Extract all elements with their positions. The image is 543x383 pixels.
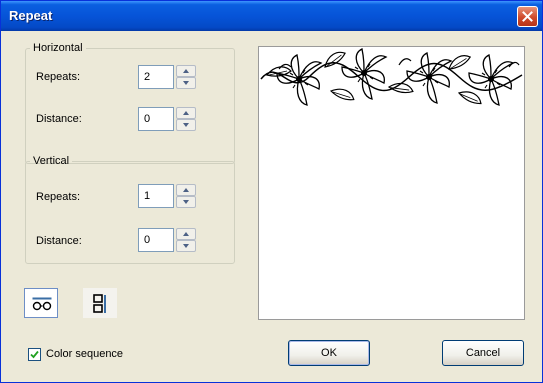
color-sequence-checkbox[interactable]	[28, 348, 41, 361]
vertical-group: Vertical	[25, 155, 235, 264]
preview-pane	[258, 46, 525, 320]
close-icon	[522, 11, 533, 22]
horizontal-repeat-button[interactable]	[24, 288, 58, 318]
vertical-distance-down-button[interactable]	[176, 240, 196, 252]
vertical-legend: Vertical	[33, 155, 70, 167]
cancel-button[interactable]: Cancel	[442, 340, 524, 366]
horizontal-repeats-down-button[interactable]	[176, 77, 196, 89]
horizontal-distance-label: Distance:	[36, 113, 82, 125]
vertical-repeats-label: Repeats:	[36, 191, 81, 203]
vertical-distance-label: Distance:	[36, 235, 82, 247]
checkmark-icon	[30, 350, 39, 359]
close-button[interactable]	[517, 6, 538, 27]
horizontal-distance-input[interactable]	[138, 107, 174, 131]
vertical-repeats-up-button[interactable]	[176, 184, 196, 196]
horizontal-repeats-label: Repeats:	[36, 71, 81, 83]
horizontal-legend: Horizontal	[33, 42, 83, 54]
repeat-dialog: Repeat Horizontal Repeats: Distance: Ver…	[0, 0, 543, 383]
horizontal-repeats-spinner	[138, 65, 198, 89]
horizontal-repeats-up-button[interactable]	[176, 65, 196, 77]
horizontal-group: Horizontal	[25, 42, 235, 164]
vertical-distance-spinner	[138, 228, 198, 252]
ok-button[interactable]: OK	[288, 340, 370, 366]
floral-border-icon	[260, 48, 523, 109]
vertical-repeat-icon	[93, 294, 106, 313]
dialog-title: Repeat	[9, 8, 53, 23]
horizontal-distance-down-button[interactable]	[176, 119, 196, 131]
horizontal-distance-up-button[interactable]	[176, 107, 196, 119]
vertical-repeats-input[interactable]	[138, 184, 174, 208]
color-sequence-label: Color sequence	[46, 348, 124, 360]
title-bar[interactable]: Repeat	[1, 1, 542, 31]
vertical-repeats-down-button[interactable]	[176, 196, 196, 208]
horizontal-repeat-icon	[32, 297, 52, 311]
horizontal-repeats-input[interactable]	[138, 65, 174, 89]
vertical-repeat-button[interactable]	[83, 288, 117, 318]
vertical-repeats-spinner	[138, 184, 198, 208]
vertical-distance-input[interactable]	[138, 228, 174, 252]
vertical-distance-up-button[interactable]	[176, 228, 196, 240]
horizontal-distance-spinner	[138, 107, 198, 131]
